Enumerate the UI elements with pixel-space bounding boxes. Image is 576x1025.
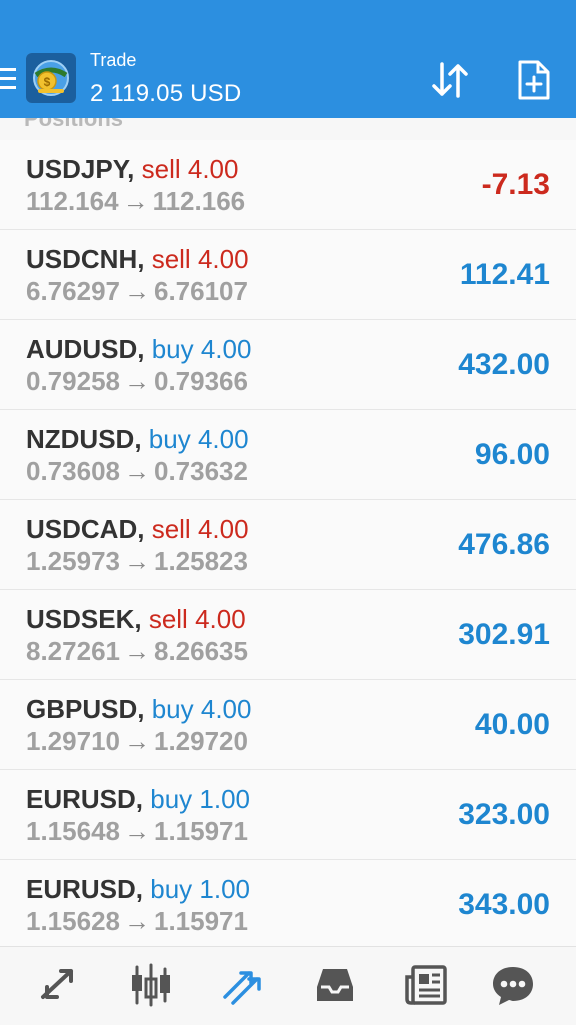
position-profit: 432.00 xyxy=(458,348,550,381)
open-price: 1.15648 xyxy=(26,816,120,846)
arrow-right-icon: → xyxy=(123,636,150,666)
position-symbol: GBPUSD xyxy=(26,694,138,724)
current-price: 1.15971 xyxy=(153,906,248,936)
current-price: 8.26635 xyxy=(153,636,248,666)
position-symbol: EURUSD xyxy=(26,784,136,814)
position-row[interactable]: USDCNH, sell 4.00 6.76297 → 6.76107 112.41 xyxy=(0,230,576,320)
position-volume: 1.00 xyxy=(199,874,251,904)
position-type: buy xyxy=(150,784,193,814)
position-symbol: USDSEK xyxy=(26,604,135,634)
current-price: 0.73632 xyxy=(153,456,248,486)
position-volume: 4.00 xyxy=(200,334,252,364)
open-price: 6.76297 xyxy=(26,276,120,306)
app-bar: $ Trade 2 119.05 USD xyxy=(0,38,576,118)
arrow-right-icon: → xyxy=(123,906,150,936)
position-symbol: AUDUSD xyxy=(26,334,138,364)
position-type: buy xyxy=(148,424,191,454)
position-type: sell xyxy=(148,604,188,634)
svg-text:$: $ xyxy=(44,75,51,89)
position-row[interactable]: USDCAD, sell 4.00 1.25973 → 1.25823 476.86 xyxy=(0,500,576,590)
arrow-right-icon: → xyxy=(123,726,150,756)
position-type: buy xyxy=(150,874,193,904)
open-price: 1.25973 xyxy=(26,546,120,576)
position-type: sell xyxy=(151,514,191,544)
current-price: 1.25823 xyxy=(153,546,248,576)
section-header: Positions xyxy=(0,118,576,140)
position-row[interactable]: EURUSD, buy 1.00 1.15648 → 1.15971 323.00 xyxy=(0,770,576,860)
charts-icon[interactable] xyxy=(127,961,175,1009)
screen-title: Trade xyxy=(90,50,137,70)
trade-icon[interactable] xyxy=(219,961,267,1009)
open-price: 112.164 xyxy=(26,186,119,216)
position-row[interactable]: USDSEK, sell 4.00 8.27261 → 8.26635 302.91 xyxy=(0,590,576,680)
current-price: 1.29720 xyxy=(153,726,248,756)
status-bar xyxy=(0,0,576,38)
current-price: 112.166 xyxy=(152,186,246,216)
position-symbol: NZDUSD xyxy=(26,424,135,454)
position-row[interactable]: EURUSD, buy 1.00 1.15628 → 1.15971 343.00 xyxy=(0,860,576,950)
position-row[interactable]: USDJPY, sell 4.00 112.164 → 112.166 -7.13 xyxy=(0,140,576,230)
arrow-right-icon: → xyxy=(123,816,150,846)
position-type: sell xyxy=(141,154,181,184)
arrow-right-icon: → xyxy=(123,366,150,396)
current-price: 0.79366 xyxy=(153,366,248,396)
current-price: 6.76107 xyxy=(153,276,248,306)
position-profit: 323.00 xyxy=(458,798,550,831)
position-profit: -7.13 xyxy=(481,168,550,201)
section-title: Positions xyxy=(24,118,124,131)
quotes-icon[interactable] xyxy=(35,961,83,1009)
sort-icon[interactable] xyxy=(428,58,472,102)
current-price: 1.15971 xyxy=(153,816,248,846)
position-volume: 1.00 xyxy=(199,784,251,814)
position-volume: 4.00 xyxy=(195,604,246,634)
position-symbol: EURUSD xyxy=(26,874,136,904)
position-row[interactable]: GBPUSD, buy 4.00 1.29710 → 1.29720 40.00 xyxy=(0,680,576,770)
position-profit: 343.00 xyxy=(458,888,550,921)
position-type: sell xyxy=(151,244,191,274)
position-symbol: USDJPY xyxy=(26,154,128,184)
position-volume: 4.00 xyxy=(197,244,249,274)
position-symbol: USDCNH xyxy=(26,244,138,274)
open-price: 0.79258 xyxy=(26,366,120,396)
app-logo: $ xyxy=(26,53,76,103)
position-type: buy xyxy=(151,334,194,364)
position-type: buy xyxy=(151,694,194,724)
position-symbol: USDCAD xyxy=(26,514,138,544)
account-balance: 2 119.05 USD xyxy=(90,80,242,107)
open-price: 0.73608 xyxy=(26,456,120,486)
arrow-right-icon: → xyxy=(123,456,150,486)
position-profit: 40.00 xyxy=(474,708,550,741)
position-profit: 96.00 xyxy=(474,438,550,471)
position-volume: 4.00 xyxy=(197,424,249,454)
position-profit: 476.86 xyxy=(458,528,550,561)
open-price: 8.27261 xyxy=(26,636,120,666)
menu-icon[interactable] xyxy=(0,68,16,90)
bottom-navigation xyxy=(0,946,576,1025)
arrow-right-icon: → xyxy=(122,186,149,216)
history-icon[interactable] xyxy=(311,961,359,1009)
arrow-right-icon: → xyxy=(123,546,150,576)
position-volume: 4.00 xyxy=(197,514,249,544)
position-profit: 112.41 xyxy=(459,258,550,291)
new-order-icon[interactable] xyxy=(514,58,554,102)
news-icon[interactable] xyxy=(403,961,451,1009)
position-profit: 302.91 xyxy=(458,618,550,651)
chat-icon[interactable] xyxy=(489,961,537,1009)
open-price: 1.15628 xyxy=(26,906,120,936)
positions-list: USDJPY, sell 4.00 112.164 → 112.166 -7.13 … xyxy=(0,140,576,950)
position-row[interactable]: NZDUSD, buy 4.00 0.73608 → 0.73632 96.00 xyxy=(0,410,576,500)
position-row[interactable]: AUDUSD, buy 4.00 0.79258 → 0.79366 432.00 xyxy=(0,320,576,410)
position-volume: 4.00 xyxy=(200,694,252,724)
open-price: 1.29710 xyxy=(26,726,120,756)
arrow-right-icon: → xyxy=(123,276,150,306)
position-volume: 4.00 xyxy=(187,154,239,184)
